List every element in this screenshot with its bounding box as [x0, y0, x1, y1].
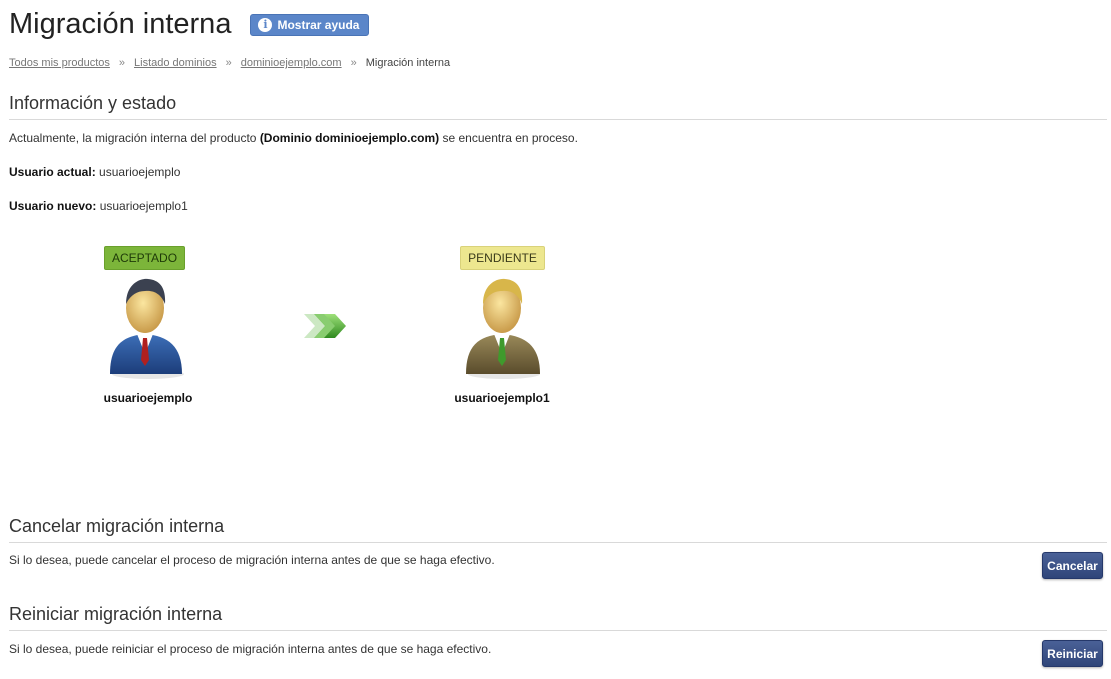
description-product: (Dominio dominioejemplo.com): [259, 131, 440, 145]
status-badge-pending: PENDIENTE: [460, 246, 545, 270]
user-avatar-olive-icon: [466, 278, 540, 379]
cancel-section-title: Cancelar migración interna: [9, 516, 1107, 543]
breadcrumb-current: Migración interna: [365, 57, 451, 69]
info-section-title: Información y estado: [9, 93, 1107, 120]
new-user-row: Usuario nuevo: usuarioejemplo1: [9, 199, 188, 213]
restart-section-text: Si lo desea, puede reiniciar el proceso …: [9, 642, 492, 656]
breadcrumb-separator: »: [118, 57, 126, 69]
restart-button[interactable]: Reiniciar: [1042, 640, 1103, 667]
status-badge-accepted: ACEPTADO: [104, 246, 185, 270]
current-user-label: Usuario actual:: [9, 165, 96, 179]
breadcrumb-separator: »: [350, 57, 357, 69]
restart-section-title: Reiniciar migración interna: [9, 604, 1107, 631]
new-user-value: usuarioejemplo1: [99, 199, 188, 213]
info-icon: i: [258, 17, 273, 32]
user-avatar-blue-icon: [110, 278, 184, 379]
migration-description: Actualmente, la migración interna del pr…: [9, 131, 578, 145]
page-header: Migración interna i Mostrar ayuda: [9, 8, 370, 41]
cancel-button[interactable]: Cancelar: [1042, 552, 1103, 579]
breadcrumb-separator: »: [225, 57, 232, 69]
show-help-label: Mostrar ayuda: [277, 17, 360, 32]
breadcrumb-link-products[interactable]: Todos mis productos: [9, 57, 110, 69]
breadcrumb-link-domain[interactable]: dominioejemplo.com: [241, 57, 342, 69]
show-help-button[interactable]: i Mostrar ayuda: [250, 13, 370, 36]
page-title: Migración interna: [9, 8, 232, 40]
description-suffix: se encuentra en proceso.: [439, 131, 578, 145]
breadcrumb-link-domains[interactable]: Listado dominios: [134, 57, 217, 69]
breadcrumb: Todos mis productos » Listado dominios »…: [9, 57, 450, 69]
from-user-name: usuarioejemplo: [103, 391, 193, 405]
cancel-section-text: Si lo desea, puede cancelar el proceso d…: [9, 553, 495, 567]
to-user-name: usuarioejemplo1: [454, 391, 550, 405]
forward-arrows-icon: [304, 314, 346, 338]
description-prefix: Actualmente, la migración interna del pr…: [9, 131, 260, 145]
current-user-row: Usuario actual: usuarioejemplo: [9, 165, 180, 179]
current-user-value: usuarioejemplo: [99, 165, 181, 179]
new-user-label: Usuario nuevo:: [9, 199, 97, 213]
